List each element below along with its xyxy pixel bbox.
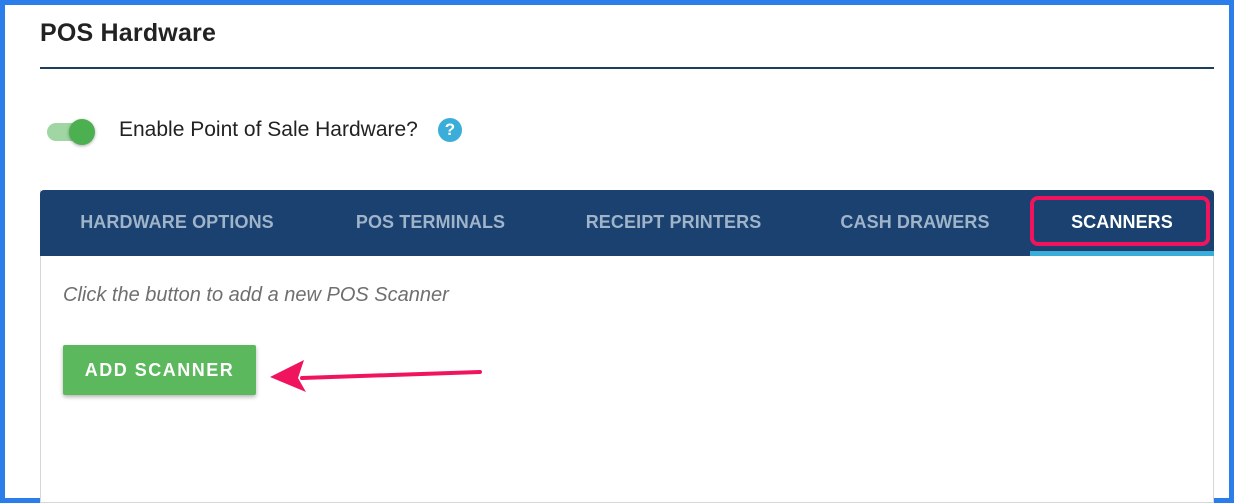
enable-hardware-label: Enable Point of Sale Hardware?	[119, 118, 418, 141]
page-title: POS Hardware	[40, 19, 217, 47]
tab-pos-terminals[interactable]: POS TERMINALS	[314, 190, 547, 256]
enable-hardware-toggle[interactable]	[47, 119, 97, 145]
add-scanner-button[interactable]: ADD SCANNER	[63, 345, 256, 395]
tab-cash-drawers[interactable]: CASH DRAWERS	[800, 190, 1030, 256]
question-mark-icon[interactable]: ?	[438, 118, 462, 142]
toggle-knob	[69, 119, 95, 145]
title-divider	[40, 67, 1214, 69]
scanners-tab-highlight	[1030, 196, 1210, 246]
active-tab-indicator	[1030, 251, 1214, 256]
scanner-hint-text: Click the button to add a new POS Scanne…	[63, 284, 449, 306]
tab-hardware-options[interactable]: HARDWARE OPTIONS	[40, 190, 314, 256]
tab-receipt-printers[interactable]: RECEIPT PRINTERS	[547, 190, 800, 256]
annotation-arrow-icon	[270, 360, 482, 392]
